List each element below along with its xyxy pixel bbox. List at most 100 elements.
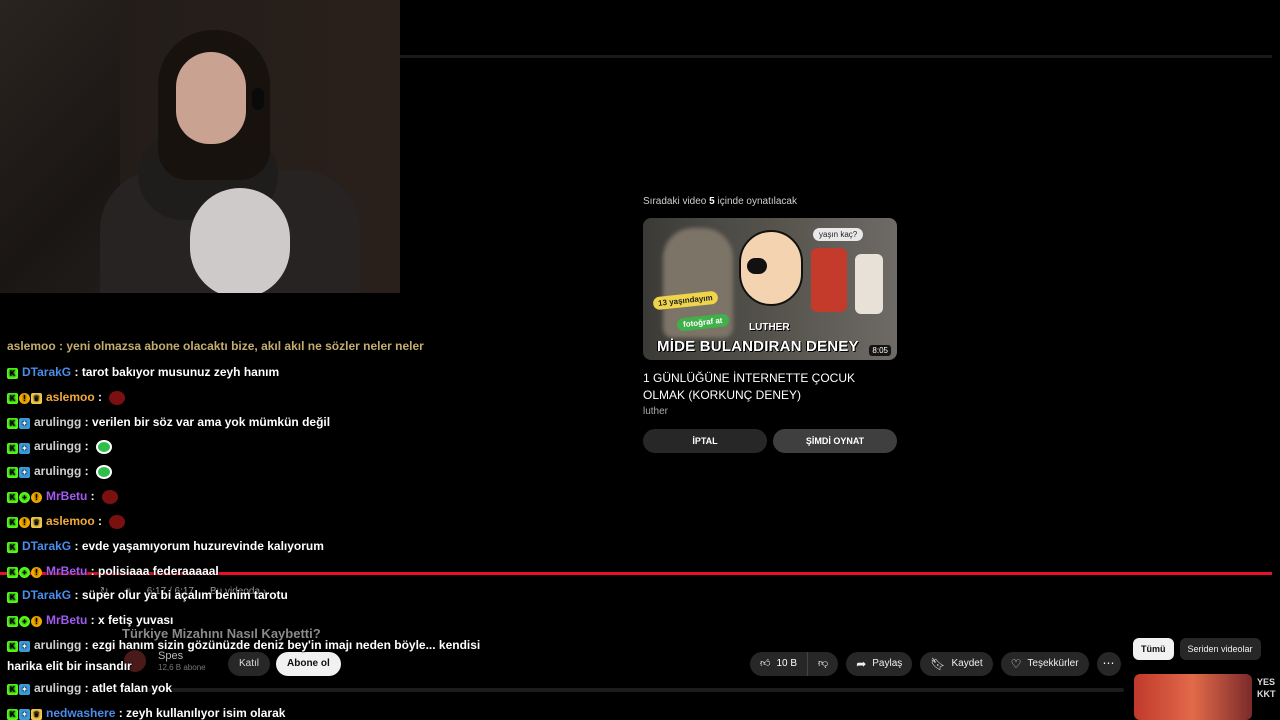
thumb-speech-bubble: yaşın kaç? bbox=[813, 228, 864, 241]
chat-cutoff-message: aslemoo : yeni olmazsa abone olacaktı bi… bbox=[7, 339, 424, 353]
chat-separator: : bbox=[94, 389, 106, 404]
chat-message: K ✦ arulingg : verilen bir söz var ama yok… bbox=[7, 410, 507, 435]
related-video-title[interactable]: YES KKT bbox=[1257, 676, 1276, 700]
chat-message: K! ♛ aslemoo : bbox=[7, 509, 507, 534]
chat-overlay: K DTarakG : tarot bakıyor musunuz zeyh ha… bbox=[7, 360, 507, 720]
chat-separator: : bbox=[81, 464, 93, 479]
dislike-button[interactable]: 👎︎ bbox=[808, 652, 838, 676]
cancel-button[interactable]: İPTAL bbox=[643, 429, 767, 453]
chat-message: K +! MrBetu : polisiaaa federaaaaal bbox=[7, 559, 507, 584]
like-dislike-group: 👍︎ 10 B 👎︎ bbox=[750, 652, 839, 676]
chat-username[interactable]: aslemoo bbox=[46, 514, 95, 528]
share-button[interactable]: ➦ Paylaş bbox=[846, 652, 913, 676]
chat-text: tarot bakıyor musunuz zeyh hanım bbox=[81, 365, 280, 379]
chat-username[interactable]: arulingg bbox=[34, 415, 81, 429]
streamer-knee bbox=[190, 188, 290, 293]
thumb-toy-red bbox=[811, 248, 847, 312]
chat-badges: K ✦ ♛ bbox=[7, 702, 43, 720]
kick-badge-icon: K bbox=[7, 392, 18, 404]
thumb-duration: 8:05 bbox=[869, 345, 891, 356]
kick-badge-icon: K bbox=[7, 684, 18, 696]
chat-separator: : bbox=[81, 680, 93, 695]
gift-badge-icon: ! bbox=[31, 566, 42, 578]
up-next-thumbnail[interactable]: yaşın kaç? 13 yaşındayım fotoğraf at LUT… bbox=[643, 218, 897, 360]
related-video-thumbnail[interactable] bbox=[1134, 674, 1252, 720]
green-emote-icon bbox=[96, 465, 113, 480]
chat-badges: K! ♛ bbox=[7, 510, 43, 534]
chat-message: K! ♛ aslemoo : bbox=[7, 385, 507, 410]
kick-badge-icon: K bbox=[7, 708, 18, 720]
filter-all[interactable]: Tümü bbox=[1133, 638, 1174, 660]
kick-badge-icon: K bbox=[7, 517, 18, 529]
chat-username[interactable]: MrBetu bbox=[46, 564, 87, 578]
up-next-channel[interactable]: luther bbox=[643, 406, 897, 417]
kick-badge-icon: K bbox=[7, 641, 18, 653]
subscriber-badge-icon: ✦ bbox=[19, 417, 30, 429]
more-options-icon[interactable]: ⋯ bbox=[1096, 652, 1121, 676]
plus-badge-icon: + bbox=[19, 566, 30, 578]
chat-username[interactable]: MrBetu bbox=[46, 489, 87, 503]
crown-badge-icon: ♛ bbox=[31, 392, 42, 404]
chat-message: K ✦ ♛ nedwashere : zeyh kullanılıyor isim o… bbox=[7, 701, 507, 720]
player-top-divider bbox=[400, 55, 1272, 58]
plus-badge-icon: + bbox=[19, 616, 30, 628]
chat-badges: K ✦ bbox=[7, 636, 31, 656]
chat-separator: : bbox=[81, 439, 93, 454]
chat-text: atlet falan yok bbox=[92, 680, 173, 695]
chat-text: verilen bir söz var ama yok mümkün değil bbox=[92, 414, 331, 429]
chat-badges: K ✦ bbox=[7, 460, 31, 484]
chat-text: zeyh kullanılıyor isim olarak bbox=[126, 705, 286, 720]
chat-separator: : bbox=[94, 513, 106, 528]
like-button[interactable]: 👍︎ 10 B bbox=[750, 652, 809, 676]
chat-username[interactable]: DTarakG bbox=[22, 588, 71, 602]
chat-text: polisiaaa federaaaaal bbox=[98, 563, 219, 578]
chat-username[interactable]: arulingg bbox=[34, 464, 81, 478]
chat-username[interactable]: arulingg bbox=[34, 439, 81, 453]
thumb-headline: MİDE BULANDIRAN DENEY bbox=[657, 338, 859, 355]
chat-username[interactable]: MrBetu bbox=[46, 613, 87, 627]
headset-icon bbox=[252, 88, 264, 110]
kick-badge-icon: K bbox=[7, 541, 18, 553]
play-now-button[interactable]: ŞİMDİ OYNAT bbox=[773, 429, 897, 453]
chat-badges: K! ♛ bbox=[7, 386, 43, 410]
gift-badge-icon: ! bbox=[19, 517, 30, 529]
share-icon: ➦ bbox=[856, 657, 867, 671]
chat-username[interactable]: DTarakG bbox=[22, 539, 71, 553]
save-button[interactable]: 🔖︎ Kaydet bbox=[920, 652, 993, 676]
chat-message: K +! MrBetu : bbox=[7, 484, 507, 509]
chat-username[interactable]: aslemoo bbox=[46, 390, 95, 404]
up-next-card: Sıradaki video 5 içinde oynatılacak yaşı… bbox=[643, 194, 897, 453]
related-filters: Tümü Seriden videolar bbox=[1133, 638, 1261, 660]
chat-text: süper olur ya bi açalım benim tarotu bbox=[81, 588, 288, 603]
kick-badge-icon: K bbox=[7, 442, 18, 454]
chat-separator: : bbox=[71, 365, 82, 379]
chat-username[interactable]: DTarakG bbox=[22, 365, 71, 379]
chat-username[interactable]: nedwashere bbox=[46, 706, 115, 720]
chat-badges: K +! bbox=[7, 485, 43, 509]
chat-separator: : bbox=[71, 538, 82, 553]
kick-badge-icon: K bbox=[7, 492, 18, 504]
chat-separator: : bbox=[71, 588, 82, 603]
gift-badge-icon: ! bbox=[31, 616, 42, 628]
chat-message: K ✦ arulingg : bbox=[7, 459, 507, 484]
chat-separator: : bbox=[81, 414, 93, 429]
chat-message: K ✦ arulingg : ezgi hanım sizin gözünüzde … bbox=[7, 633, 507, 676]
crown-badge-icon: ♛ bbox=[31, 708, 42, 720]
chat-separator: : bbox=[81, 638, 93, 653]
chat-username[interactable]: arulingg bbox=[34, 681, 81, 695]
thumbs-down-icon: 👎︎ bbox=[818, 658, 829, 669]
thanks-button[interactable]: ♡ Teşekkürler bbox=[1000, 652, 1089, 676]
chat-badges: K bbox=[7, 361, 19, 385]
up-next-title[interactable]: 1 GÜNLÜĞÜNE İNTERNETTE ÇOCUK OLMAK (KORK… bbox=[643, 370, 897, 404]
video-actions: 👍︎ 10 B 👎︎ ➦ Paylaş 🔖︎ Kaydet ♡ Teşekkürler … bbox=[750, 652, 1121, 676]
heart-dollar-icon: ♡ bbox=[1010, 657, 1022, 671]
green-emote-icon bbox=[96, 440, 113, 455]
subscriber-badge-icon: ✦ bbox=[19, 442, 30, 454]
chat-badges: K bbox=[7, 584, 19, 608]
chat-username[interactable]: arulingg bbox=[34, 638, 81, 652]
kick-badge-icon: K bbox=[7, 616, 18, 628]
crown-badge-icon: ♛ bbox=[31, 517, 42, 529]
filter-series[interactable]: Seriden videolar bbox=[1179, 638, 1261, 660]
kick-badge-icon: K bbox=[7, 566, 18, 578]
chat-message: K DTarakG : süper olur ya bi açalım benim… bbox=[7, 583, 507, 608]
